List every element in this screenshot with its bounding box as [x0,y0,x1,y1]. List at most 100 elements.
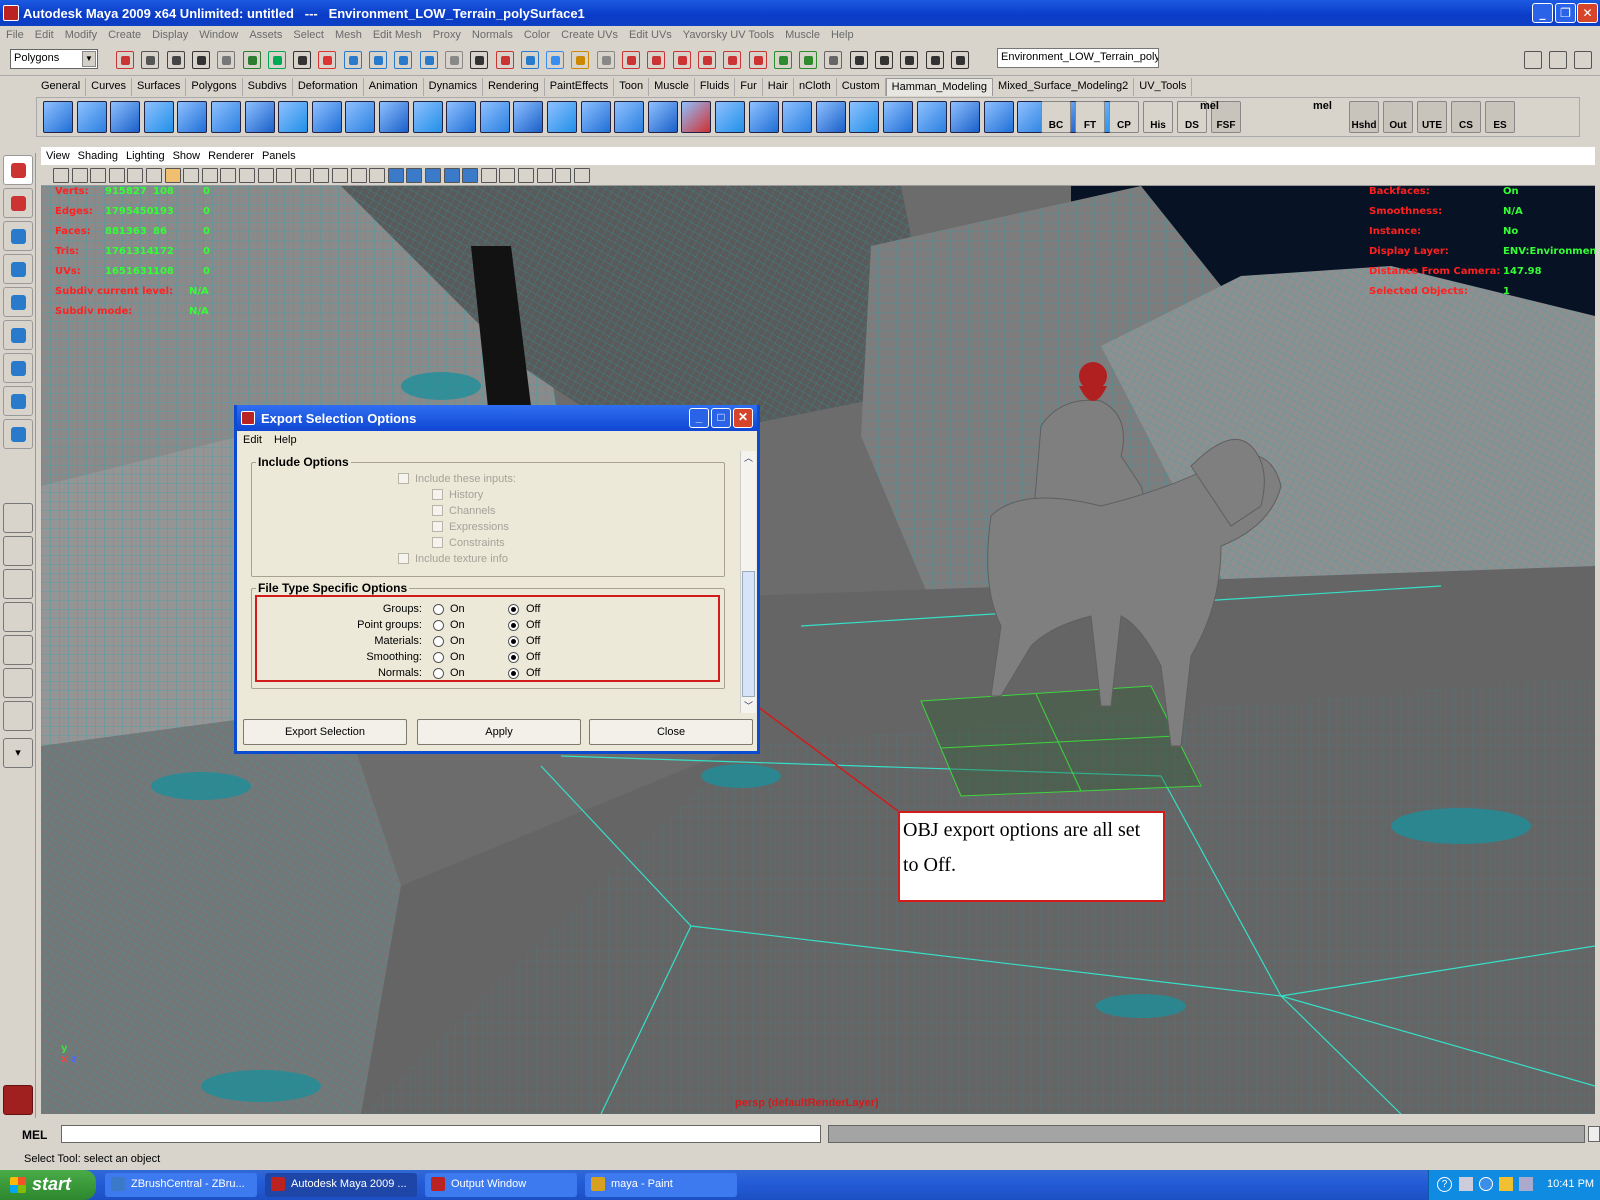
taskbar-task[interactable]: Autodesk Maya 2009 ... [265,1173,417,1197]
clock: 10:41 PM [1547,1178,1595,1190]
dialog-menu-item[interactable]: Help [274,434,297,446]
checkbox-label: History [449,489,484,501]
status-line-icon[interactable] [293,51,312,69]
task-label: ZBrushCentral - ZBru... [131,1178,245,1190]
status-line-icon[interactable] [773,51,792,69]
include-option-checkbox[interactable]: Channels [432,505,495,517]
mel-label: MEL [22,1128,48,1142]
help-icon[interactable]: ? [1437,1177,1452,1192]
checkbox-box[interactable] [432,489,443,500]
status-line-icon[interactable] [748,51,767,69]
checkbox-label: Channels [449,505,496,517]
status-line-icon[interactable] [318,51,337,69]
dialog-menu-item[interactable]: Edit [243,434,262,446]
layout-icon[interactable] [1524,51,1542,69]
dialog-minimize-button[interactable]: _ [689,408,709,428]
layout-icon[interactable] [1549,51,1567,69]
start-button[interactable]: start [0,1170,96,1200]
status-line-icon[interactable] [369,51,387,69]
group-title: Include Options [256,455,351,469]
status-line-icon[interactable] [242,51,261,69]
scroll-up-icon[interactable]: ︿ [742,451,755,465]
status-line-icon[interactable] [824,51,843,69]
scroll-thumb[interactable] [742,571,755,697]
include-option-checkbox[interactable]: History [432,489,483,501]
task-app-icon [111,1177,125,1191]
group-title: File Type Specific Options [256,581,410,595]
status-line-icon[interactable] [950,51,969,69]
status-line-icon[interactable] [470,51,489,69]
status-line-icon[interactable] [495,51,514,69]
status-line-icon[interactable] [723,51,742,69]
status-line-icon[interactable] [799,51,818,69]
include-option-checkbox[interactable]: Constraints [432,537,505,549]
status-line-icon[interactable] [622,51,640,69]
status-line-icon[interactable] [394,51,413,69]
tray-icon[interactable] [1459,1177,1473,1191]
export-selection-button[interactable]: Export Selection [243,719,407,745]
taskbar-task[interactable]: Output Window [425,1173,577,1197]
status-line-icon[interactable] [444,51,463,69]
maya-app-icon [241,411,255,425]
dialog-maximize-button[interactable]: □ [711,408,731,428]
checkbox-box[interactable] [432,521,443,532]
task-label: Output Window [451,1178,527,1190]
layout-icon[interactable] [1574,51,1592,69]
status-line-icon[interactable] [647,51,666,69]
status-line-icon[interactable] [596,51,615,69]
status-line-icon[interactable] [166,51,185,69]
checkbox-label: Constraints [449,537,505,549]
status-line-icon[interactable] [217,51,236,69]
checkbox-label: Include these inputs: [415,473,516,485]
include-options-group: Include Options Include these inputs: His… [251,455,725,577]
status-line-icon[interactable] [875,51,893,69]
task-app-icon [591,1177,605,1191]
include-option-checkbox[interactable]: Include these inputs: [398,473,516,485]
apply-button[interactable]: Apply [417,719,581,745]
status-line-icon[interactable] [900,51,919,69]
task-app-icon [271,1177,285,1191]
export-selection-dialog: Export Selection Options _ □ ✕ Edit Help … [234,405,760,754]
checkbox-label: Expressions [449,521,509,533]
scroll-down-icon[interactable]: ﹀ [742,699,755,713]
include-option-checkbox[interactable]: Expressions [432,521,509,533]
status-line-icon[interactable] [141,51,160,69]
script-editor-icon[interactable] [1588,1126,1600,1142]
status-line-icon[interactable] [672,51,691,69]
status-line-icon[interactable] [849,51,868,69]
dialog-menu-bar: Edit Help [237,431,757,449]
status-line-icon[interactable] [343,51,362,69]
annotation-callout: OBJ export options are all set to Off. [898,811,1165,902]
tray-icon[interactable] [1499,1177,1513,1191]
mel-input[interactable] [61,1125,821,1143]
checkbox-box[interactable] [398,553,409,564]
checkbox-box[interactable] [432,537,443,548]
tray-icon[interactable] [1479,1177,1493,1191]
taskbar-task[interactable]: maya - Paint [585,1173,737,1197]
status-line-icon[interactable] [571,51,590,69]
dialog-title: Export Selection Options [261,410,417,426]
status-line-icon[interactable] [546,51,565,69]
include-option-checkbox[interactable]: Include texture info [398,553,508,565]
checkbox-box[interactable] [432,505,443,516]
volume-icon[interactable] [1519,1177,1533,1191]
dialog-close-icon[interactable]: ✕ [733,408,753,428]
start-label: start [32,1174,72,1194]
status-line-icon[interactable] [520,51,539,69]
status-line-icon[interactable] [116,51,134,69]
status-line-icon[interactable] [191,51,210,69]
taskbar-task[interactable]: ZBrushCentral - ZBru... [105,1173,257,1197]
status-line-icon[interactable] [925,51,944,69]
dialog-title-bar: Export Selection Options _ □ ✕ [237,405,757,431]
task-app-icon [431,1177,445,1191]
status-line-icon[interactable] [267,51,286,69]
help-line: Select Tool: select an object [0,1150,1600,1170]
dialog-scrollbar[interactable]: ︿ ﹀ [740,451,756,713]
close-button[interactable]: Close [589,719,753,745]
status-line-icon[interactable] [697,51,716,69]
status-line-icon[interactable] [419,51,438,69]
checkbox-label: Include texture info [415,553,508,565]
task-label: maya - Paint [611,1178,673,1190]
highlight-box [255,595,720,682]
checkbox-box[interactable] [398,473,409,484]
